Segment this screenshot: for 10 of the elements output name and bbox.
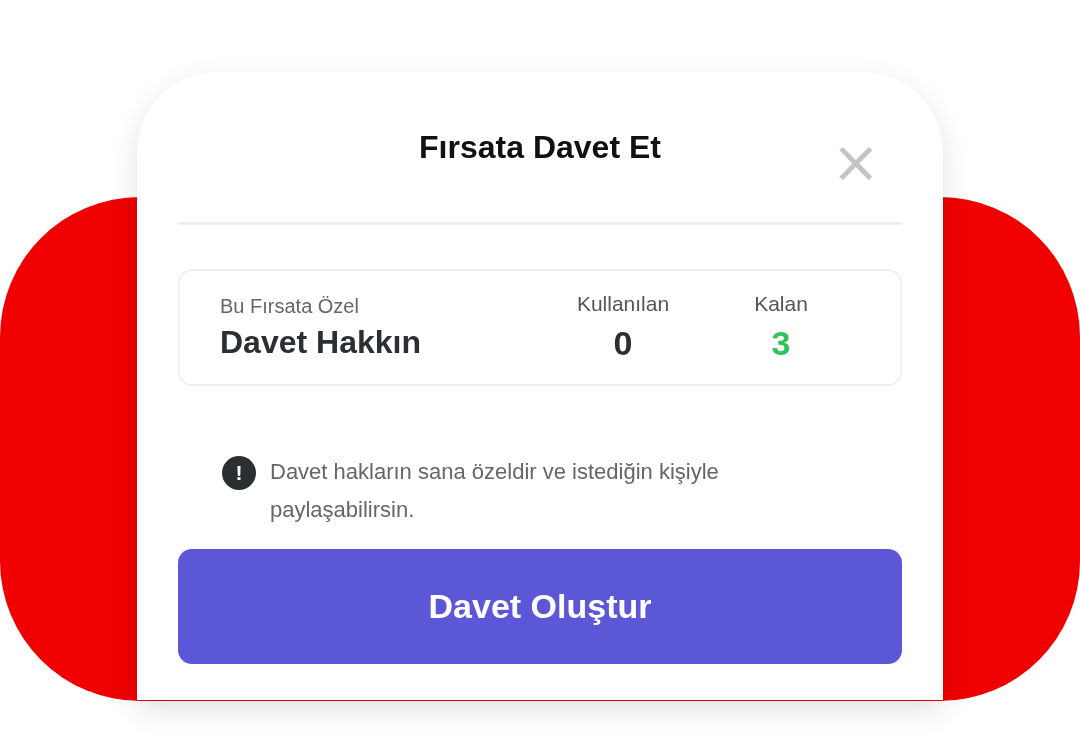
- stat-value: 3: [771, 324, 791, 363]
- dialog-title: Fırsata Davet Et: [419, 128, 661, 166]
- notice-text: Davet hakların sana özeldir ve istediğin kişiyle paylaşabilirsin.: [270, 458, 720, 524]
- stat-label: Kalan: [754, 292, 808, 316]
- stat-label: Kullanılan: [576, 292, 670, 316]
- info-icon: !: [222, 456, 256, 490]
- rights-heading: Davet Hakkın: [220, 323, 422, 361]
- stat-value: 0: [613, 324, 633, 363]
- rights-caption: Bu Fırsata Özel: [220, 294, 360, 318]
- create-invite-button[interactable]: Davet Oluştur: [178, 549, 902, 664]
